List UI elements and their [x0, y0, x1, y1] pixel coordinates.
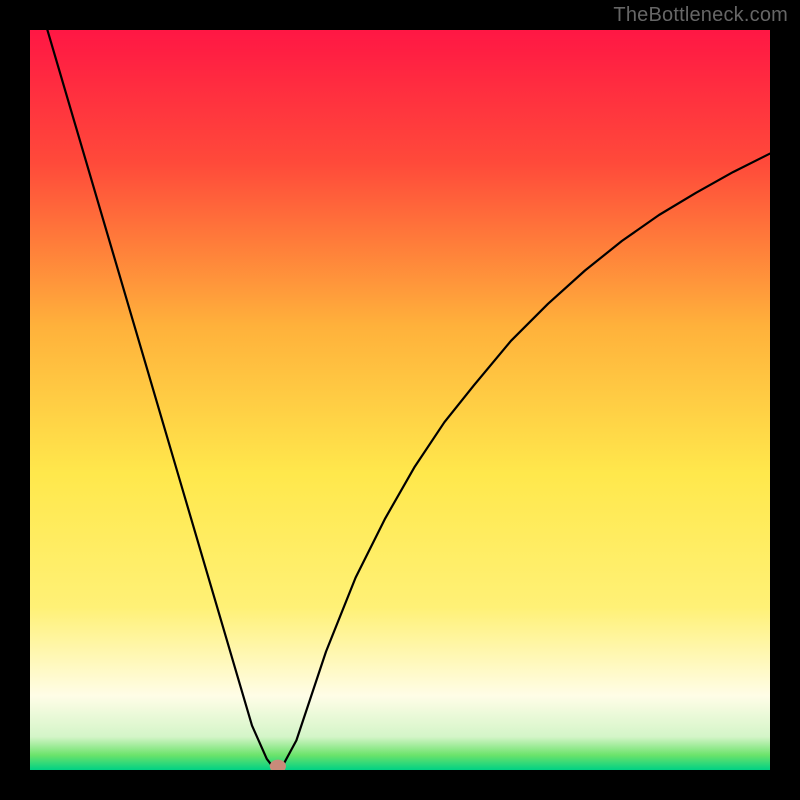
plot-area [30, 30, 770, 770]
chart-frame: TheBottleneck.com [0, 0, 800, 800]
watermark-text: TheBottleneck.com [613, 4, 788, 27]
gradient-background [30, 30, 770, 770]
bottleneck-chart [30, 30, 770, 770]
